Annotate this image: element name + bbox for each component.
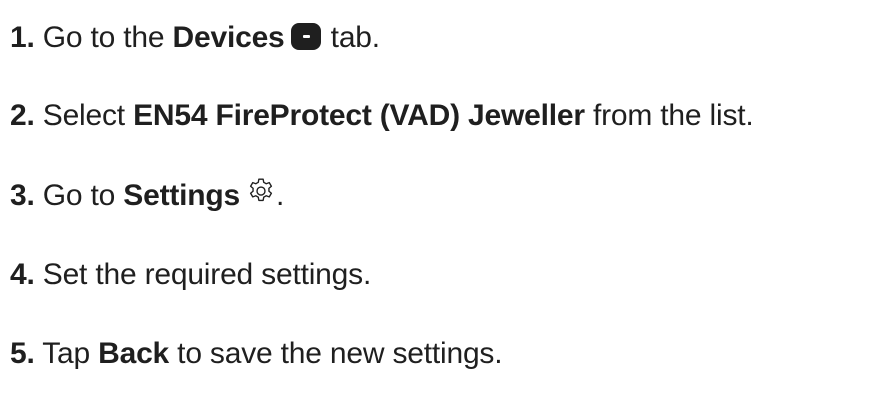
step-text: to save the new settings. xyxy=(169,337,503,370)
step-text: Go to the xyxy=(34,21,173,54)
step-number: 1. xyxy=(10,21,35,54)
step-text: Go to xyxy=(34,179,124,212)
step-bold-label: EN54 FireProtect (VAD) Jeweller xyxy=(133,99,585,132)
step-number: 5. xyxy=(10,337,35,370)
step-number: 4. xyxy=(10,258,35,291)
step-text: Tap xyxy=(34,337,99,370)
step-bold-label: Devices xyxy=(172,21,285,54)
gear-icon xyxy=(246,176,276,206)
step-3: 3. Go to Settings. xyxy=(10,176,284,216)
step-number: 2. xyxy=(10,99,35,132)
step-text: from the list. xyxy=(584,99,754,132)
devices-icon xyxy=(290,22,321,50)
step-text: Set the required settings. xyxy=(34,258,372,291)
step-1: 1. Go to the Devices tab. xyxy=(10,18,380,58)
step-4: 4. Set the required settings. xyxy=(10,255,371,295)
step-text: Select xyxy=(34,99,134,132)
step-bold-label: Settings xyxy=(123,179,241,212)
step-text: tab. xyxy=(322,21,380,54)
step-bold-label: Back xyxy=(98,337,170,370)
step-2: 2. Select EN54 FireProtect (VAD) Jewelle… xyxy=(10,96,754,136)
step-text: . xyxy=(276,179,285,212)
step-number: 3. xyxy=(10,179,35,212)
step-5: 5. Tap Back to save the new settings. xyxy=(10,334,503,374)
